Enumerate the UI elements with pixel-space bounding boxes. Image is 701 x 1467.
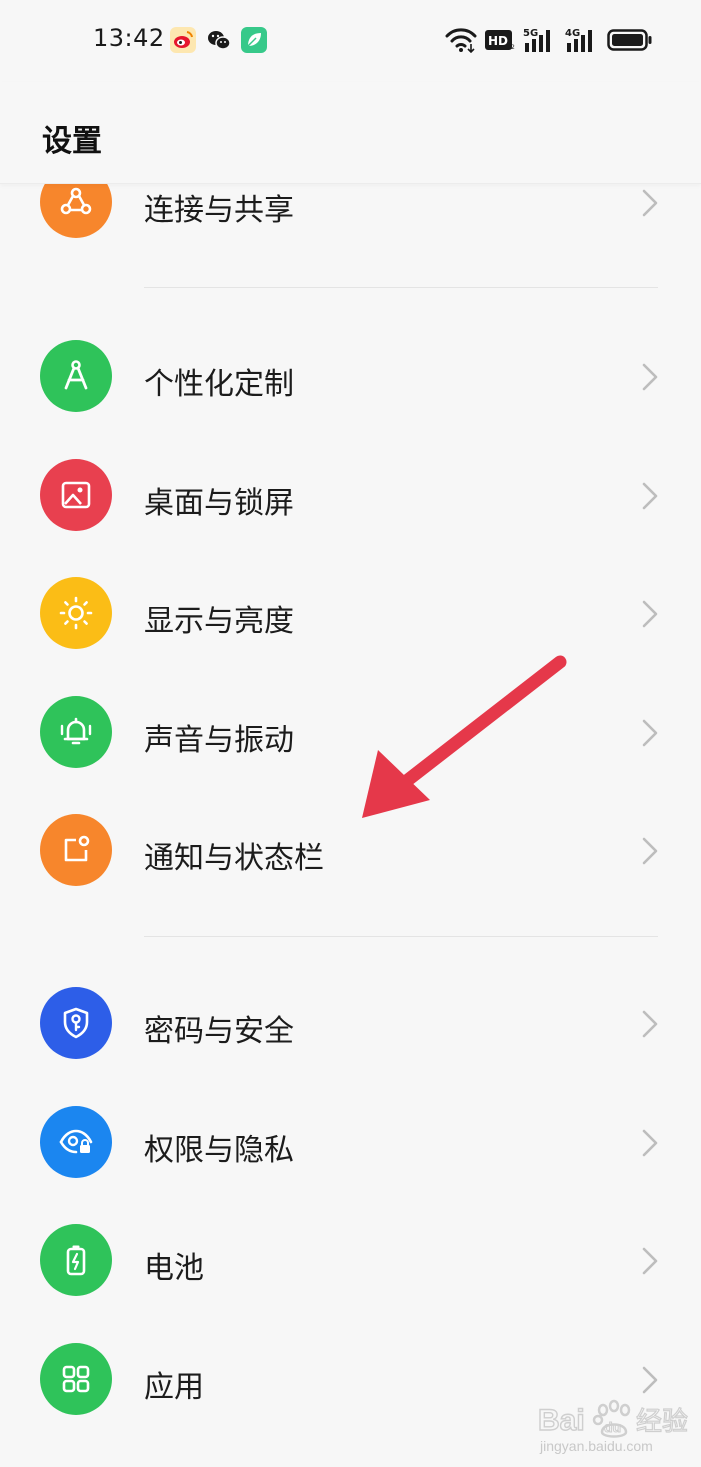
chevron-right-icon — [642, 363, 658, 391]
chevron-right-icon — [642, 1247, 658, 1275]
settings-item-label: 电池 — [144, 1251, 204, 1286]
settings-item-label: 应用 — [144, 1370, 204, 1405]
svg-text:经验: 经验 — [636, 1407, 688, 1437]
settings-item-label: 显示与亮度 — [144, 604, 294, 639]
annotation-arrow — [362, 655, 567, 818]
settings-item-label: 个性化定制 — [144, 367, 294, 402]
watermark-url: jingyan.baidu.com — [540, 1438, 653, 1454]
settings-item-label: 权限与隐私 — [144, 1133, 294, 1168]
settings-item-label: 密码与安全 — [144, 1014, 294, 1049]
sun-icon — [40, 577, 112, 649]
settings-item-permissions-privacy[interactable]: 权限与隐私 — [0, 1083, 701, 1201]
chevron-right-icon — [642, 1129, 658, 1157]
settings-item-label: 连接与共享 — [144, 193, 294, 228]
chevron-right-icon — [642, 837, 658, 865]
chevron-right-icon — [642, 482, 658, 510]
settings-item-label: 声音与振动 — [144, 723, 294, 758]
shield-key-icon — [40, 987, 112, 1059]
battery-charge-icon — [40, 1224, 112, 1296]
chevron-right-icon — [642, 719, 658, 747]
eye-lock-icon — [40, 1106, 112, 1178]
settings-item-battery[interactable]: 电池 — [0, 1201, 701, 1319]
settings-item-label: 通知与状态栏 — [144, 841, 324, 876]
grid-icon — [40, 1343, 112, 1415]
section-divider — [144, 936, 658, 937]
chevron-right-icon — [642, 1010, 658, 1038]
chevron-right-icon — [642, 189, 658, 217]
svg-text:du: du — [604, 1419, 621, 1435]
settings-item-password-security[interactable]: 密码与安全 — [0, 964, 701, 1082]
settings-item-desktop-lockscreen[interactable]: 桌面与锁屏 — [0, 436, 701, 554]
svg-text:Bai: Bai — [538, 1404, 585, 1437]
settings-item-personalization[interactable]: 个性化定制 — [0, 317, 701, 435]
compass-icon — [40, 340, 112, 412]
chevron-right-icon — [642, 600, 658, 628]
notification-icon — [40, 814, 112, 886]
image-icon — [40, 459, 112, 531]
settings-item-label: 桌面与锁屏 — [144, 486, 294, 521]
section-divider — [144, 287, 658, 288]
bell-icon — [40, 696, 112, 768]
page-title: 设置 — [42, 124, 102, 159]
settings-header: 设置 — [0, 82, 701, 184]
